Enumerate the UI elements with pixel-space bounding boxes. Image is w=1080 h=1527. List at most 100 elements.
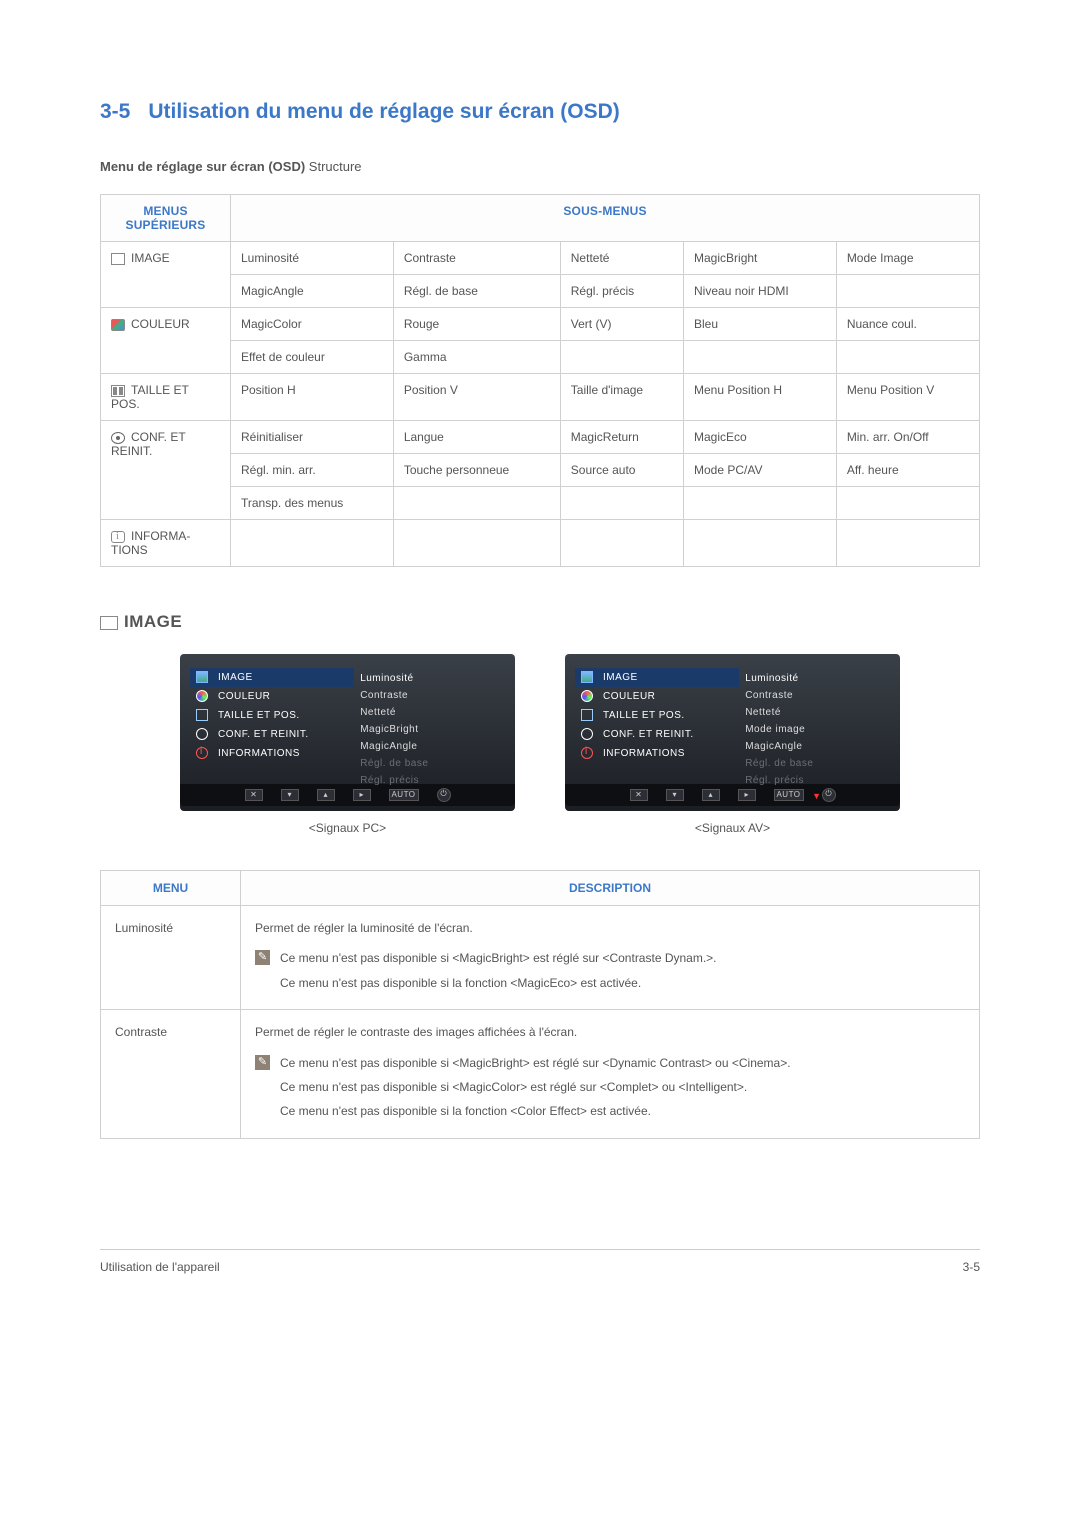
footer-left: Utilisation de l'appareil [100,1260,220,1274]
osd-opt: Régl. précis [360,772,503,789]
desc-cell: Permet de régler le contraste des images… [241,1010,980,1139]
setup-icon [111,432,125,444]
osd-menu-conf: CONF. ET REINIT. [190,725,354,744]
cell [684,520,837,567]
cell [560,487,683,520]
osd-menu-couleur: COULEUR [190,687,354,706]
osd-left-menu: IMAGE COULEUR TAILLE ET POS. CONF. ET RE… [565,662,739,784]
footer-right: 3-5 [963,1260,980,1274]
section-title-text: Utilisation du menu de réglage sur écran… [148,100,619,123]
size-pos-icon [196,709,208,721]
th-sub-menus: SOUS-MENUS [231,195,980,242]
osd-opt: Luminosité [360,670,503,687]
cell: Réinitialiser [231,421,394,454]
down-icon: ▾ [666,789,684,801]
desc-text: Permet de régler le contraste des images… [255,1025,577,1039]
note-line: Ce menu n'est pas disponible si <MagicCo… [280,1077,791,1097]
osd-shot-av: IMAGE COULEUR TAILLE ET POS. CONF. ET RE… [565,654,900,835]
cell: Rouge [393,308,560,341]
exit-icon: ✕ [630,789,648,801]
desc-text: Permet de régler la luminosité de l'écra… [255,921,473,935]
cell [560,520,683,567]
osd-menu-info: INFORMATIONS [575,744,739,763]
caption-pc: <Signaux PC> [180,821,515,835]
osd-right-list: Luminosité Contraste Netteté MagicBright… [354,662,515,784]
cell: Niveau noir HDMI [684,275,837,308]
osd-panel: IMAGE COULEUR TAILLE ET POS. CONF. ET RE… [565,654,900,811]
th-menu: MENU [101,871,241,906]
image-icon [111,253,125,265]
osd-panel: IMAGE COULEUR TAILLE ET POS. CONF. ET RE… [180,654,515,811]
cell [393,520,560,567]
cell: Contraste [393,242,560,275]
osd-opt: Régl. de base [360,755,503,772]
up-icon: ▴ [702,789,720,801]
osd-menu-taille: TAILLE ET POS. [575,706,739,725]
cell: Taille d'image [560,374,683,421]
osd-opt: Contraste [360,687,503,704]
cell: MagicBright [684,242,837,275]
auto-button: AUTO [389,789,419,801]
osd-menu-conf: CONF. ET REINIT. [575,725,739,744]
note-line: Ce menu n'est pas disponible si <MagicBr… [280,948,717,968]
cell [836,341,979,374]
cell [393,487,560,520]
setup-icon [581,728,593,740]
image-icon [196,671,208,683]
note-block: ✎ Ce menu n'est pas disponible si <Magic… [255,948,965,997]
cell [836,275,979,308]
structure-bold: Menu de réglage sur écran (OSD) [100,159,305,174]
setup-icon [196,728,208,740]
note-line: Ce menu n'est pas disponible si la fonct… [280,973,717,993]
osd-opt: MagicAngle [360,738,503,755]
osd-right-list: Luminosité Contraste Netteté Mode image … [739,662,900,784]
cell [684,487,837,520]
size-pos-icon [581,709,593,721]
osd-opt: Contraste [745,687,888,704]
osd-opt: Luminosité [745,670,888,687]
cell: MagicEco [684,421,837,454]
cell: Menu Position H [684,374,837,421]
up-icon: ▴ [317,789,335,801]
cell: Régl. de base [393,275,560,308]
image-section-heading: IMAGE [100,612,980,632]
cell [231,520,394,567]
section-number: 3-5 [100,100,130,123]
osd-structure-table: MENUS SUPÉRIEURS SOUS-MENUS IMAGE Lumino… [100,194,980,567]
caption-av: <Signaux AV> [565,821,900,835]
cell: Position H [231,374,394,421]
cell [560,341,683,374]
cell: MagicReturn [560,421,683,454]
osd-menu-info: INFORMATIONS [190,744,354,763]
auto-button: AUTO [774,789,804,801]
right-icon: ▸ [353,789,371,801]
osd-menu-couleur: COULEUR [575,687,739,706]
desc-label: Luminosité [101,906,241,1010]
note-line: Ce menu n'est pas disponible si la fonct… [280,1101,791,1121]
cell: Vert (V) [560,308,683,341]
osd-screenshots: IMAGE COULEUR TAILLE ET POS. CONF. ET RE… [100,654,980,835]
th-desc: DESCRIPTION [241,871,980,906]
cell: MagicColor [231,308,394,341]
note-icon: ✎ [255,1055,270,1070]
cell: Mode Image [836,242,979,275]
cell: Aff. heure [836,454,979,487]
cell [684,341,837,374]
cell: Bleu [684,308,837,341]
cell: Nuance coul. [836,308,979,341]
th-top-menus: MENUS SUPÉRIEURS [101,195,231,242]
osd-opt: Régl. précis [745,772,888,789]
structure-rest: Structure [305,159,361,174]
desc-label: Contraste [101,1010,241,1139]
cell: Position V [393,374,560,421]
osd-opt: MagicAngle [745,738,888,755]
scroll-down-arrow-icon: ▼ [745,791,888,801]
row-top-taille: TAILLE ET POS. [101,374,231,421]
color-icon [581,690,593,702]
cell: Netteté [560,242,683,275]
cell: MagicAngle [231,275,394,308]
cell: Langue [393,421,560,454]
osd-opt: Netteté [745,704,888,721]
row-top-couleur: COULEUR [101,308,231,374]
right-icon: ▸ [738,789,756,801]
